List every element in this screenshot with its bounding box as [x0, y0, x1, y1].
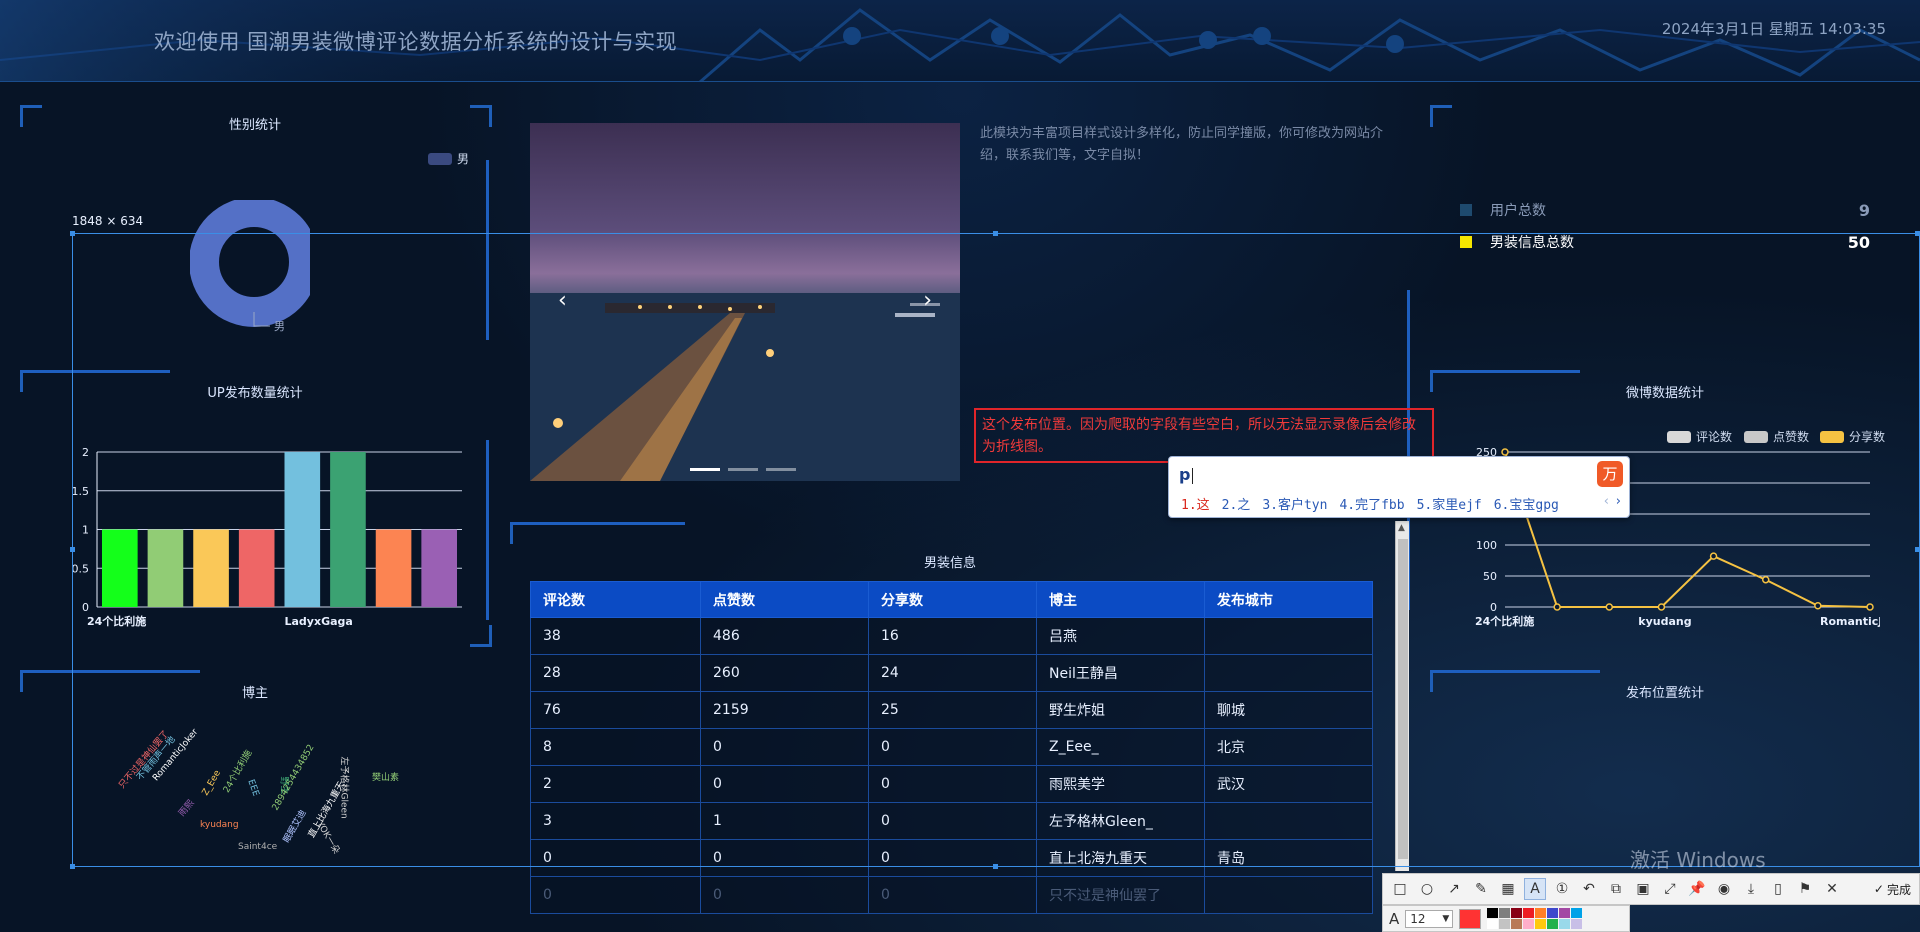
stat-value: 9 [1858, 200, 1870, 220]
current-color-swatch[interactable] [1459, 908, 1482, 929]
resize-handle[interactable] [1915, 547, 1920, 552]
ime-candidate[interactable]: 1.这 [1181, 494, 1210, 513]
gender-legend-label: 男 [457, 152, 470, 166]
check-icon: ✓ [1873, 882, 1884, 896]
color-palette [1487, 908, 1583, 929]
ime-logo-icon[interactable]: 万 [1597, 461, 1623, 487]
crop-icon[interactable]: ⧉ [1605, 878, 1627, 900]
ime-candidate[interactable]: 6.宝宝gpg [1494, 494, 1559, 513]
ellipse-tool-icon[interactable]: ○ [1416, 878, 1438, 900]
ime-typed-text: p [1179, 465, 1191, 484]
stat-swatch [1460, 204, 1472, 216]
palette-color-swatch[interactable] [1559, 908, 1571, 918]
gender-panel-title: 性别统计 [228, 118, 281, 133]
font-size-value: 12 [1410, 911, 1426, 926]
windows-activation-watermark: 激活 Windows [1630, 848, 1766, 872]
intro-text: 此模块为丰富项目样式设计多样化，防止同学撞版，你可修改为网站介绍，联系我们等，文… [980, 126, 1384, 163]
chevron-down-icon: ▼ [1442, 913, 1450, 924]
table-cell: 只不过是神仙罢了 [1036, 876, 1205, 914]
text-caret [1192, 467, 1194, 484]
palette-color-swatch[interactable] [1499, 908, 1511, 918]
datetime-display: 2024年3月1日 星期五 14:03:35 [1661, 20, 1886, 38]
ime-candidate-window: p 万 1.这 2.之 3.客户tyn 4.完了fbb 5.家里ejf 6.宝宝gpg ‹… [1168, 456, 1630, 518]
ime-candidate[interactable]: 4.完了fbb [1339, 494, 1404, 513]
palette-color-swatch[interactable] [1511, 919, 1523, 929]
capture-selection-box[interactable] [72, 233, 1920, 867]
text-tool-icon[interactable]: A [1524, 878, 1546, 900]
stat-user-total: 用户总数 9 [1460, 198, 1870, 222]
close-icon[interactable]: ✕ [1821, 878, 1843, 900]
ime-candidate[interactable]: 2.之 [1222, 494, 1251, 513]
frame-corner [1430, 105, 1452, 127]
palette-color-swatch[interactable] [1559, 919, 1571, 929]
mosaic-tool-icon[interactable]: ▦ [1497, 878, 1519, 900]
capture-toolbar: □ ○ ↗ ✎ ▦ A ① ↶ ⧉ ▣ ⤢ 📌 ◉ ⤓ ▯ ⚑ ✕ ✓ 完成 [1382, 873, 1920, 905]
scroll-capture-icon[interactable]: ⤢ [1659, 878, 1681, 900]
frame-corner [20, 670, 42, 692]
palette-color-swatch[interactable] [1571, 908, 1583, 918]
gender-legend-swatch [428, 152, 452, 165]
number-tool-icon[interactable]: ① [1551, 878, 1573, 900]
text-style-toolbar: A 12 ▼ [1382, 905, 1630, 932]
page-title: 欢迎使用 国潮男装微博评论数据分析系统的设计与实现 [154, 30, 678, 54]
palette-color-swatch[interactable] [1547, 919, 1559, 929]
palette-color-swatch[interactable] [1523, 919, 1535, 929]
palette-color-swatch[interactable] [1487, 919, 1499, 929]
ime-candidate-list: 1.这 2.之 3.客户tyn 4.完了fbb 5.家里ejf 6.宝宝gpg [1181, 494, 1559, 513]
font-icon: A [1389, 909, 1400, 928]
rectangle-tool-icon[interactable]: □ [1389, 878, 1411, 900]
ime-prev-page-icon[interactable]: ‹ [1604, 494, 1609, 509]
palette-color-swatch[interactable] [1535, 919, 1547, 929]
resize-handle[interactable] [993, 864, 998, 869]
table-cell: 0 [700, 876, 869, 914]
arrow-tool-icon[interactable]: ↗ [1443, 878, 1465, 900]
stat-label: 用户总数 [1490, 203, 1546, 219]
palette-color-swatch[interactable] [1571, 919, 1583, 929]
frame-corner [20, 370, 42, 392]
pin-icon[interactable]: 📌 [1686, 878, 1708, 900]
record-icon[interactable]: ◉ [1713, 878, 1735, 900]
resize-handle[interactable] [1915, 231, 1920, 236]
resize-handle[interactable] [993, 231, 998, 236]
ime-composition: p [1179, 465, 1194, 484]
palette-color-swatch[interactable] [1523, 908, 1535, 918]
frame-corner [20, 105, 42, 127]
table-row[interactable]: 0 0 0 只不过是神仙罢了 [530, 876, 1373, 914]
undo-icon[interactable]: ↶ [1578, 878, 1600, 900]
done-button[interactable]: ✓ 完成 [1874, 881, 1911, 898]
selection-size-label: 1848 × 634 [72, 214, 144, 228]
palette-color-swatch[interactable] [1535, 908, 1547, 918]
pen-tool-icon[interactable]: ✎ [1470, 878, 1492, 900]
save-icon[interactable]: ▯ [1767, 878, 1789, 900]
resize-handle[interactable] [70, 864, 75, 869]
resize-handle[interactable] [70, 547, 75, 552]
table-cell: 0 [530, 876, 701, 914]
palette-color-swatch[interactable] [1547, 908, 1559, 918]
ime-next-page-icon[interactable]: › [1616, 494, 1621, 509]
table-cell: 0 [868, 876, 1037, 914]
done-label: 完成 [1886, 882, 1911, 897]
palette-color-swatch[interactable] [1487, 908, 1499, 918]
header-bar: 欢迎使用 国潮男装微博评论数据分析系统的设计与实现 2024年3月1日 星期五 … [0, 0, 1920, 82]
bookmark-icon[interactable]: ⚑ [1794, 878, 1816, 900]
ime-candidate[interactable]: 5.家里ejf [1417, 494, 1482, 513]
font-size-select[interactable]: 12 ▼ [1405, 909, 1454, 928]
palette-color-swatch[interactable] [1511, 908, 1523, 918]
annotation-text-box[interactable]: 这个发布位置。因为爬取的字段有些空白，所以无法显示录像后会修改为折线图。 [974, 408, 1434, 463]
frame-corner [470, 105, 492, 127]
ocr-icon[interactable]: ▣ [1632, 878, 1654, 900]
download-icon[interactable]: ⤓ [1740, 878, 1762, 900]
ime-candidate[interactable]: 3.客户tyn [1262, 494, 1327, 513]
gender-legend[interactable]: 男 [428, 150, 469, 167]
palette-color-swatch[interactable] [1499, 919, 1511, 929]
resize-handle[interactable] [70, 231, 75, 236]
table-cell [1204, 876, 1373, 914]
